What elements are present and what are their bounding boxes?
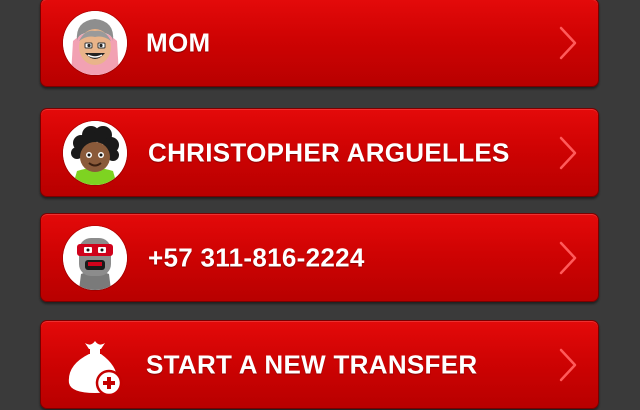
contact-name: +57 311-816-2224 xyxy=(148,242,365,272)
chevron-right-icon xyxy=(558,240,578,276)
start-new-transfer-button[interactable]: START A NEW TRANSFER xyxy=(40,320,599,409)
contact-row-phone[interactable]: +57 311-816-2224 xyxy=(40,213,599,302)
contact-list: MOM CHRISTOPHER ARGUELLES +57 311-816-22… xyxy=(0,0,640,410)
contact-name: MOM xyxy=(146,27,211,57)
money-bag-plus-icon xyxy=(59,329,131,401)
grandmother-avatar-icon xyxy=(63,10,127,75)
chevron-right-icon xyxy=(558,135,578,171)
chevron-right-icon xyxy=(558,25,578,61)
start-new-transfer-label: START A NEW TRANSFER xyxy=(146,349,478,379)
contact-row-christopher-arguelles[interactable]: CHRISTOPHER ARGUELLES xyxy=(40,108,599,197)
chevron-right-icon xyxy=(558,347,578,383)
contact-row-mom[interactable]: MOM xyxy=(40,0,599,87)
contact-name: CHRISTOPHER ARGUELLES xyxy=(148,137,510,167)
masked-avatar-icon xyxy=(63,225,127,290)
curly-hair-avatar-icon xyxy=(63,120,127,185)
